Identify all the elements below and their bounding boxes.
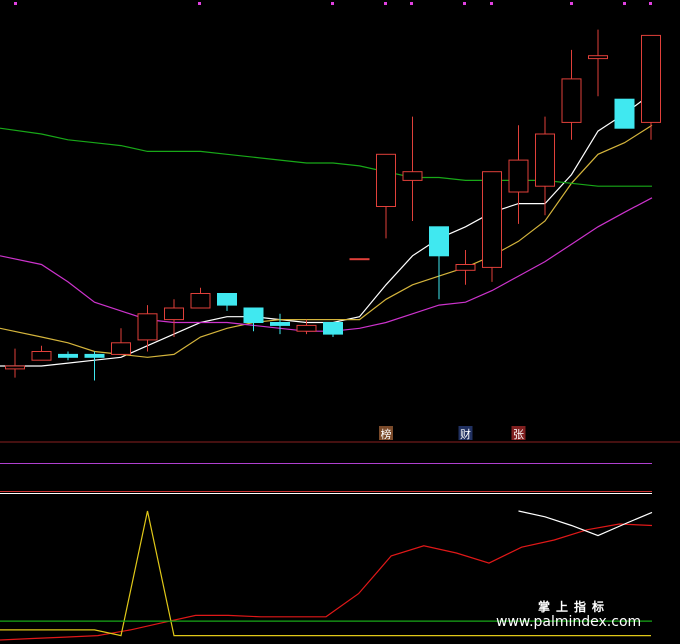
candle-body bbox=[535, 133, 555, 187]
candle bbox=[614, 98, 635, 129]
candle bbox=[243, 307, 264, 332]
candle-body bbox=[402, 171, 423, 181]
candle-body bbox=[243, 307, 264, 323]
candle-body bbox=[455, 264, 476, 271]
top-markers bbox=[14, 2, 652, 5]
candle bbox=[217, 293, 237, 311]
ma-line-3 bbox=[0, 197, 653, 332]
top-marker bbox=[410, 2, 413, 5]
candle-body bbox=[482, 171, 502, 268]
candle-body bbox=[561, 78, 582, 123]
candle bbox=[137, 305, 158, 352]
top-marker bbox=[14, 2, 17, 5]
event-tag-label: 财 bbox=[460, 427, 471, 441]
candle-body bbox=[137, 313, 158, 341]
event-tag-label: 张 bbox=[513, 428, 524, 441]
stock-chart: 榜 财 张 掌上指标 www.palmindex.com bbox=[0, 2, 680, 641]
candle bbox=[588, 29, 608, 97]
candle-body bbox=[111, 342, 131, 355]
candle-body bbox=[164, 307, 184, 321]
candle-body bbox=[588, 55, 608, 60]
candle-body bbox=[31, 351, 52, 361]
candle-body bbox=[323, 322, 343, 335]
candle-body bbox=[190, 293, 211, 309]
candle bbox=[402, 116, 423, 221]
watermark-url: www.palmindex.com bbox=[496, 614, 641, 630]
candle-body bbox=[349, 258, 370, 261]
candle-body bbox=[508, 159, 529, 193]
top-marker bbox=[198, 2, 201, 5]
candle bbox=[349, 258, 370, 261]
candle bbox=[482, 171, 502, 282]
top-marker bbox=[623, 2, 626, 5]
candle-body bbox=[58, 353, 78, 358]
top-marker bbox=[384, 2, 387, 5]
candle bbox=[111, 328, 131, 355]
event-tags: 榜财张 bbox=[379, 426, 526, 441]
top-marker bbox=[570, 2, 573, 5]
candle bbox=[84, 351, 105, 381]
candle-body bbox=[296, 324, 317, 332]
candle bbox=[508, 125, 529, 224]
candle-body bbox=[84, 353, 105, 358]
candle bbox=[190, 287, 211, 309]
top-marker bbox=[331, 2, 334, 5]
candle bbox=[535, 116, 555, 216]
candle bbox=[31, 345, 52, 361]
candle bbox=[376, 153, 396, 239]
candle-body bbox=[429, 226, 449, 257]
candle bbox=[323, 322, 343, 337]
candle-body bbox=[217, 293, 237, 306]
candle bbox=[641, 34, 661, 140]
candle-body bbox=[614, 98, 635, 129]
watermark-title: 掌上指标 bbox=[538, 599, 610, 614]
top-marker bbox=[463, 2, 466, 5]
top-marker bbox=[490, 2, 493, 5]
candle bbox=[270, 313, 290, 335]
top-marker bbox=[649, 2, 652, 5]
candle-body bbox=[270, 322, 290, 326]
candle bbox=[561, 49, 582, 140]
candle-body bbox=[5, 365, 25, 370]
event-tag-label: 榜 bbox=[381, 427, 392, 441]
candle-body bbox=[641, 34, 661, 123]
candle bbox=[58, 351, 78, 361]
candle bbox=[5, 348, 25, 378]
candlesticks bbox=[5, 29, 661, 381]
indicator-line-1 bbox=[518, 510, 653, 537]
candle bbox=[455, 250, 476, 285]
candle-body bbox=[376, 153, 396, 208]
candle bbox=[429, 226, 449, 300]
